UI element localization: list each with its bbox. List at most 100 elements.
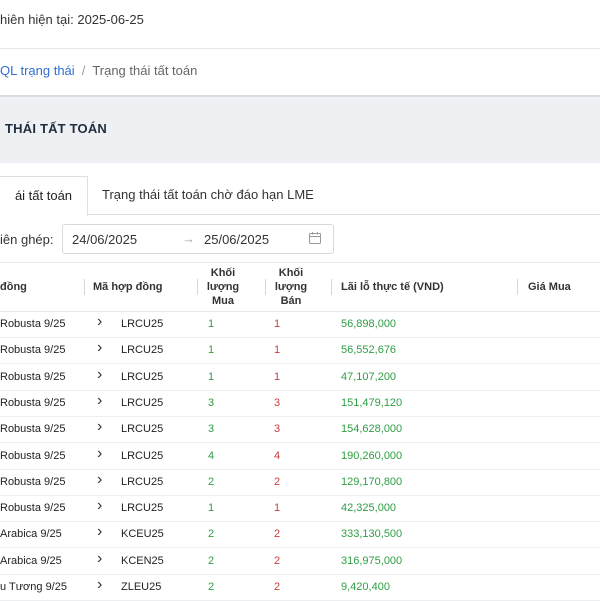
- column-header-qty-buy-line1: Khối: [210, 267, 236, 279]
- cell-qty-sell: 2: [274, 581, 281, 593]
- cell-product: Arabica 9/25: [0, 528, 62, 541]
- cell-product: Robusta 9/25: [0, 396, 66, 409]
- cell-product: Robusta 9/25: [0, 502, 66, 515]
- table-row[interactable]: Arabica 9/25 › KCEN25 2 2 316,975,000: [0, 548, 600, 575]
- cell-contract-code: LRCU25: [121, 318, 164, 330]
- column-header-qty-sell-line3: Bán: [280, 295, 302, 307]
- chevron-right-icon[interactable]: ›: [97, 550, 102, 568]
- cell-contract-code: LRCU25: [121, 370, 164, 383]
- cell-pnl: 56,552,676: [341, 344, 397, 357]
- cell-contract-code: LRCU25: [121, 449, 164, 462]
- cell-contract-code: LRCU25: [121, 344, 164, 357]
- cell-contract-code: ZLEU25: [121, 581, 162, 593]
- chevron-right-icon[interactable]: ›: [97, 523, 102, 541]
- column-header-qty-buy: Khối lượng Mua: [198, 266, 248, 308]
- cell-qty-buy: 1: [208, 344, 215, 357]
- cell-qty-sell: 1: [274, 318, 281, 330]
- tab-settlement-lme-pending[interactable]: Trạng thái tất toán chờ đáo hạn LME: [102, 176, 314, 214]
- table-row[interactable]: Robusta 9/25 › LRCU25 3 3 154,628,000: [0, 416, 600, 444]
- date-to-input[interactable]: 25/06/2025: [204, 232, 269, 247]
- chevron-right-icon[interactable]: ›: [97, 497, 102, 515]
- breadcrumb-parent-link[interactable]: QL trạng thái: [0, 63, 75, 78]
- cell-pnl: 129,170,800: [341, 475, 403, 488]
- cell-pnl: 42,325,000: [341, 502, 397, 515]
- cell-pnl: 333,130,500: [341, 528, 403, 541]
- page-title: THÁI TẤT TOÁN: [5, 121, 108, 136]
- chevron-right-icon[interactable]: ›: [97, 445, 102, 463]
- table-row[interactable]: Robusta 9/25 › LRCU25 3 3 151,479,120: [0, 390, 600, 417]
- cell-qty-buy: 1: [208, 318, 215, 330]
- chevron-right-icon[interactable]: ›: [97, 471, 102, 489]
- cell-contract-code: LRCU25: [121, 396, 164, 409]
- cell-contract-code: LRCU25: [121, 502, 164, 515]
- column-separator: [331, 279, 332, 295]
- table-row[interactable]: Robusta 9/25 › LRCU25 4 4 190,260,000: [0, 443, 600, 470]
- breadcrumb-current: Trạng thái tất toán: [92, 63, 198, 78]
- header-divider: [0, 48, 600, 49]
- chevron-right-icon[interactable]: ›: [97, 418, 102, 436]
- chevron-right-icon[interactable]: ›: [97, 366, 102, 384]
- cell-contract-code: KCEU25: [121, 528, 164, 541]
- chevron-right-icon[interactable]: ›: [97, 339, 102, 357]
- calendar-icon[interactable]: [308, 231, 322, 248]
- cell-contract-code: LRCU25: [121, 475, 164, 488]
- table-row[interactable]: u Tương 9/25 › ZLEU25 2 2 9,420,400: [0, 574, 600, 601]
- cell-qty-sell: 2: [274, 554, 281, 567]
- cell-qty-sell: 4: [274, 449, 281, 462]
- cell-product: Robusta 9/25: [0, 423, 66, 436]
- date-range-picker[interactable]: 24/06/2025 → 25/06/2025: [62, 224, 334, 254]
- tab-settlement-status[interactable]: ái tất toán: [0, 176, 88, 216]
- cell-product: u Tương 9/25: [0, 581, 67, 593]
- cell-qty-buy: 1: [208, 370, 215, 383]
- table-row[interactable]: Robusta 9/25 › LRCU25 1 1 42,325,000: [0, 495, 600, 523]
- column-header-product: đồng: [0, 281, 27, 293]
- chevron-right-icon[interactable]: ›: [97, 313, 102, 331]
- column-header-pnl: Lãi lỗ thực tế (VND): [341, 281, 444, 293]
- table-row[interactable]: Robusta 9/25 › LRCU25 2 2 129,170,800: [0, 469, 600, 496]
- cell-qty-sell: 2: [274, 528, 281, 541]
- table-row[interactable]: Robusta 9/25 › LRCU25 1 1 56,552,676: [0, 337, 600, 365]
- cell-qty-sell: 1: [274, 370, 281, 383]
- cell-qty-sell: 1: [274, 344, 281, 357]
- cell-product: Robusta 9/25: [0, 318, 66, 330]
- column-header-buy-price: Giá Mua: [528, 281, 571, 293]
- chevron-right-icon[interactable]: ›: [97, 392, 102, 410]
- column-header-qty-sell: Khối lượng Bán: [266, 266, 316, 308]
- cell-product: Robusta 9/25: [0, 449, 66, 462]
- cell-qty-buy: 1: [208, 502, 215, 515]
- column-header-qty-sell-line2: lượng: [274, 281, 308, 293]
- column-header-qty-buy-line2: lượng: [206, 281, 240, 293]
- cell-qty-buy: 3: [208, 396, 215, 409]
- cell-qty-buy: 3: [208, 423, 215, 436]
- date-filter-label: iên ghép:: [0, 232, 54, 247]
- cell-contract-code: LRCU25: [121, 423, 164, 436]
- cell-pnl: 56,898,000: [341, 318, 397, 330]
- chevron-right-icon[interactable]: ›: [97, 576, 102, 594]
- cell-qty-buy: 2: [208, 475, 215, 488]
- breadcrumb: QL trạng thái / Trạng thái tất toán: [0, 63, 197, 78]
- date-from-input[interactable]: 24/06/2025: [72, 232, 137, 247]
- cell-qty-buy: 2: [208, 581, 215, 593]
- cell-pnl: 151,479,120: [341, 396, 403, 409]
- cell-product: Robusta 9/25: [0, 344, 66, 357]
- column-header-contract-code: Mã hợp đồng: [93, 281, 163, 293]
- cell-qty-sell: 3: [274, 423, 281, 436]
- cell-product: Arabica 9/25: [0, 554, 62, 567]
- cell-qty-buy: 4: [208, 449, 215, 462]
- table-row[interactable]: Robusta 9/25 › LRCU25 1 1 47,107,200: [0, 364, 600, 391]
- table-row[interactable]: Arabica 9/25 › KCEU25 2 2 333,130,500: [0, 521, 600, 549]
- column-header-qty-buy-line3: Mua: [212, 295, 234, 307]
- table-row[interactable]: Robusta 9/25 › LRCU25 1 1 56,898,000: [0, 311, 600, 338]
- cell-qty-sell: 3: [274, 396, 281, 409]
- cell-pnl: 9,420,400: [341, 581, 390, 593]
- cell-contract-code: KCEN25: [121, 554, 164, 567]
- column-separator: [517, 279, 518, 295]
- cell-qty-sell: 2: [274, 475, 281, 488]
- cell-qty-buy: 2: [208, 528, 215, 541]
- cell-product: Robusta 9/25: [0, 370, 66, 383]
- session-date: hiên hiện tại: 2025-06-25: [0, 12, 144, 27]
- cell-product: Robusta 9/25: [0, 475, 66, 488]
- column-separator: [84, 279, 85, 295]
- cell-pnl: 154,628,000: [341, 423, 403, 436]
- tabs-divider: [0, 214, 600, 215]
